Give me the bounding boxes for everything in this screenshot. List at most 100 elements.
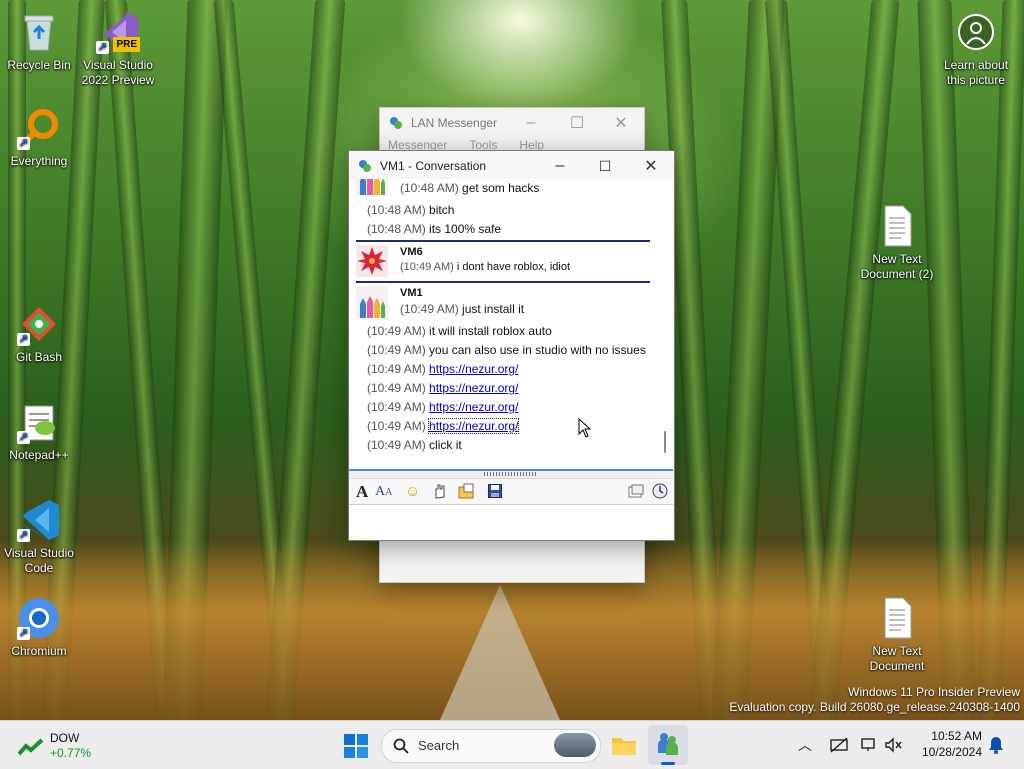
desktop-icon-git-bash[interactable]: ↗ Git Bash bbox=[1, 302, 77, 365]
taskbar: DOW +0.77% Search ︿ 10:52 AM 10/28/2024 bbox=[0, 720, 1024, 769]
desktop-icon-learn-about-picture[interactable]: Learn about this picture bbox=[936, 10, 1016, 88]
windows-logo-icon bbox=[344, 734, 368, 758]
display-icon[interactable] bbox=[861, 737, 879, 753]
send-file-icon[interactable] bbox=[458, 483, 476, 504]
desktop-icon-label: Visual Studio 2022 Preview bbox=[81, 58, 155, 87]
font-size-icon[interactable]: AA bbox=[375, 484, 392, 500]
clock-date: 10/28/2024 bbox=[921, 745, 982, 759]
minimize-button[interactable]: – bbox=[537, 151, 583, 181]
chat-message: (10:49 AM) https://nezur.org/ bbox=[367, 362, 519, 376]
chat-link[interactable]: https://nezur.org/ bbox=[429, 381, 518, 395]
shortcut-arrow-icon: ↗ bbox=[17, 529, 30, 542]
shortcut-arrow-icon: ↗ bbox=[17, 137, 30, 150]
desktop-icon-chromium[interactable]: ↗ Chromium bbox=[1, 596, 77, 659]
notification-bell-icon[interactable] bbox=[988, 736, 1004, 754]
lan-messenger-titlebar[interactable]: LAN Messenger – ☐ ✕ bbox=[380, 108, 644, 138]
desktop-icon-new-text-document[interactable]: New Text Document bbox=[857, 596, 937, 674]
font-icon[interactable]: A bbox=[356, 482, 368, 502]
watermark-line-2: Evaluation copy. Build 26080.ge_release.… bbox=[729, 700, 1020, 714]
shortcut-arrow-icon: ↗ bbox=[96, 41, 109, 54]
network-icon[interactable] bbox=[830, 737, 848, 753]
desktop-icon-label: Git Bash bbox=[15, 350, 63, 364]
chat-scrollbar-thumb[interactable] bbox=[664, 431, 666, 453]
desktop-icon-recycle-bin[interactable]: Recycle Bin bbox=[1, 10, 77, 73]
chat-message: (10:48 AM) get som hacks bbox=[400, 181, 540, 195]
chat-message: (10:48 AM) its 100% safe bbox=[367, 222, 502, 236]
desktop-icon-everything[interactable]: ↗ Everything bbox=[1, 106, 77, 169]
shortcut-arrow-icon: ↗ bbox=[17, 431, 30, 444]
lan-messenger-taskbar-icon bbox=[658, 733, 678, 755]
text-document-icon bbox=[884, 205, 912, 247]
search-placeholder: Search bbox=[418, 738, 460, 753]
watermark-line-1: Windows 11 Pro Insider Preview bbox=[848, 685, 1020, 699]
search-icon bbox=[393, 738, 409, 754]
widgets-button[interactable]: DOW +0.77% bbox=[16, 729, 106, 763]
avatar-vm1 bbox=[356, 179, 388, 195]
chat-message: (10:49 AM) https://nezur.org/ bbox=[367, 418, 520, 434]
chat-message: (10:49 AM) you can also use in studio wi… bbox=[367, 343, 646, 357]
desktop-icon-new-text-document-2[interactable]: New Text Document (2) bbox=[857, 204, 937, 282]
chevron-up-icon[interactable]: ︿ bbox=[798, 735, 812, 755]
learn-picture-icon bbox=[958, 14, 994, 50]
message-toolbar: A AA ☺ bbox=[349, 478, 673, 505]
sender-name: VM6 bbox=[400, 246, 423, 258]
taskbar-search-box[interactable]: Search bbox=[381, 729, 601, 763]
taskbar-lan-messenger[interactable] bbox=[648, 725, 688, 765]
stock-chart-icon bbox=[18, 738, 44, 756]
minimize-button[interactable]: – bbox=[508, 108, 554, 138]
message-separator bbox=[356, 281, 650, 283]
chat-message: (10:48 AM) bitch bbox=[367, 203, 455, 217]
info-icon[interactable] bbox=[652, 483, 668, 504]
desktop-icon-label: Recycle Bin bbox=[7, 58, 71, 72]
desktop-icon-visual-studio[interactable]: PRE ↗ Visual Studio 2022 Preview bbox=[80, 10, 156, 88]
sender-name: VM1 bbox=[400, 287, 423, 299]
text-document-icon bbox=[884, 597, 912, 639]
chat-scrollbar[interactable] bbox=[660, 179, 672, 469]
maximize-button[interactable]: ☐ bbox=[582, 151, 628, 181]
windows-watermark: Windows 11 Pro Insider Preview Evaluatio… bbox=[729, 685, 1020, 715]
maximize-button[interactable]: ☐ bbox=[554, 108, 600, 138]
nudge-icon[interactable] bbox=[433, 483, 447, 499]
avatar-vm1 bbox=[356, 286, 388, 318]
chat-message: (10:49 AM) it will install roblox auto bbox=[367, 324, 552, 338]
desktop-icon-label: Visual Studio Code bbox=[4, 546, 74, 575]
shortcut-arrow-icon: ↗ bbox=[17, 333, 30, 346]
desktop-icon-notepad-plus[interactable]: ↗ Notepad++ bbox=[1, 400, 77, 463]
mouse-cursor-icon bbox=[578, 418, 592, 438]
active-app-indicator bbox=[661, 762, 675, 765]
folder-icon bbox=[612, 738, 636, 755]
search-highlight-image bbox=[554, 733, 596, 757]
avatar-vm6 bbox=[356, 245, 388, 277]
recycle-bin-icon bbox=[24, 15, 54, 51]
start-button[interactable] bbox=[344, 734, 368, 758]
desktop-icon-label: Learn about this picture bbox=[943, 58, 1009, 87]
desktop-icon-vscode[interactable]: ↗ Visual Studio Code bbox=[1, 498, 77, 576]
desktop-icon-label: New Text Document (2) bbox=[860, 252, 934, 281]
conversation-titlebar[interactable]: VM1 - Conversation – ☐ ✕ bbox=[349, 151, 674, 181]
chat-history[interactable]: (10:48 AM) get som hacks (10:48 AM) bitc… bbox=[350, 179, 660, 469]
message-separator bbox=[356, 240, 650, 242]
close-button[interactable]: ✕ bbox=[628, 151, 674, 181]
conversation-app-icon bbox=[359, 160, 371, 172]
message-input[interactable] bbox=[349, 504, 673, 540]
chat-link[interactable]: https://nezur.org/ bbox=[429, 362, 518, 376]
clock[interactable]: 10:52 AM 10/28/2024 bbox=[912, 728, 982, 760]
close-button[interactable]: ✕ bbox=[598, 108, 644, 138]
chat-link[interactable]: https://nezur.org/ bbox=[429, 400, 518, 414]
desktop-icon-label: New Text Document bbox=[869, 644, 925, 673]
volume-muted-icon[interactable] bbox=[884, 737, 902, 753]
save-icon[interactable] bbox=[488, 484, 502, 503]
chat-message: (10:49 AM) https://nezur.org/ bbox=[367, 381, 519, 395]
desktop-icon-label: Everything bbox=[10, 154, 68, 168]
taskbar-file-explorer[interactable] bbox=[610, 731, 638, 759]
desktop-icon-label: Notepad++ bbox=[9, 448, 69, 462]
smiley-icon[interactable]: ☺ bbox=[405, 483, 420, 500]
chat-link[interactable]: https://nezur.org/ bbox=[428, 418, 520, 434]
chat-message: (10:49 AM) https://nezur.org/ bbox=[367, 400, 519, 414]
shortcut-arrow-icon: ↗ bbox=[17, 627, 30, 640]
clock-time: 10:52 AM bbox=[931, 729, 982, 743]
history-icon[interactable] bbox=[628, 484, 644, 503]
preview-badge: PRE bbox=[113, 37, 140, 52]
chat-message: (10:49 AM) just install it bbox=[400, 302, 525, 316]
chat-message: (10:49 AM) i dont have roblox, idiot bbox=[400, 261, 571, 273]
